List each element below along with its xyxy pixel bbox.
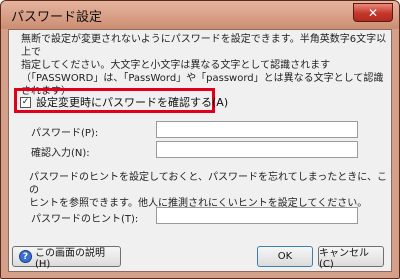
password-label: パスワード(P): [31,128,99,139]
help-button[interactable]: ? この画面の説明(H) [12,246,121,270]
cancel-button[interactable]: キャンセル(C) [318,246,384,270]
hint-label: パスワードのヒント(T): [31,214,139,225]
ok-button-label: OK [277,251,293,262]
ok-button[interactable]: OK [257,246,313,267]
hint-description: パスワードのヒントを設定しておくと、パスワードを忘れてしまったときに、この ヒン… [29,171,389,210]
hint-input[interactable] [156,207,358,224]
confirm-label: 確認入力(N): [31,148,90,159]
description-line: 無断で設定が変更されないようにパスワードを設定できます。半角英数字6文字以上で [21,34,387,58]
checkmark-icon: ✓ [21,96,30,107]
description-line: 指定してください。大文字と小文字は異なる文字として認識されます [21,60,331,71]
password-settings-dialog: パスワード設定 ✕ 無断で設定が変更されないようにパスワードを設定できます。半角… [0,0,400,279]
dialog-title: パスワード設定 [11,10,103,25]
help-icon: ? [19,250,32,263]
close-icon: ✕ [367,5,379,20]
dialog-body: 無断で設定が変更されないようにパスワードを設定できます。半角英数字6文字以上で … [8,29,392,272]
password-input[interactable] [156,121,358,138]
cancel-button-label: キャンセル(C) [319,247,369,270]
hint-description-line: パスワードのヒントを設定しておくと、パスワードを忘れてしまったときに、この [29,172,387,196]
confirm-password-option[interactable]: ✓ 設定変更時にパスワードを確認する(A) [20,94,228,110]
confirm-password-checkbox[interactable]: ✓ [20,96,31,108]
confirm-input[interactable] [156,141,358,158]
confirm-password-label: 設定変更時にパスワードを確認する(A) [36,96,229,109]
help-button-label: この画面の説明(H) [34,247,105,270]
title-bar[interactable]: パスワード設定 ✕ [1,1,399,29]
close-button[interactable]: ✕ [353,3,393,22]
